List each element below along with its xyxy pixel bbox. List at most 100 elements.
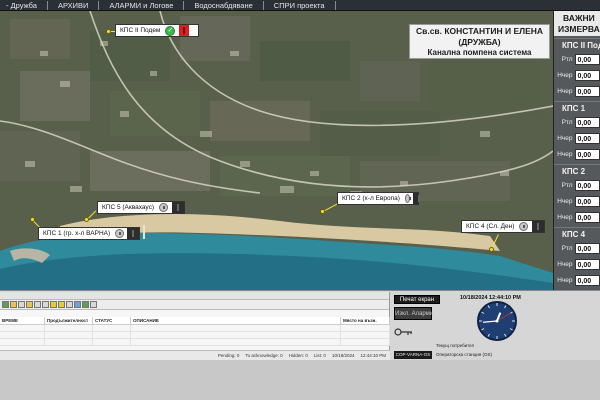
print-icon[interactable]	[74, 301, 81, 308]
measure-row: Ртл 0,00	[554, 177, 600, 193]
switch-icon[interactable]	[127, 228, 139, 239]
section-title: КПС 1	[554, 101, 600, 114]
status-date: 10/18/2024	[331, 353, 355, 358]
filter-icon[interactable]	[10, 301, 17, 308]
station-pin-kps5[interactable]	[84, 217, 89, 222]
measurements-section-kps1: КПС 1 Ртл 0,00 Нчер 0,00 Нчер 0,00	[554, 101, 600, 162]
measure-key: Ртл	[561, 181, 573, 189]
table-row[interactable]	[0, 339, 390, 346]
measure-key: Ртл	[561, 55, 573, 63]
measure-value: 0,00	[574, 53, 600, 65]
station-kps1[interactable]: КПС 1 (гр. х-л ВАРНА)	[38, 227, 140, 240]
station-kps4[interactable]: КПС 4 (Сл. Ден)	[461, 220, 545, 233]
station-pin-kps4[interactable]	[489, 247, 494, 252]
print-screen-button[interactable]: Печат екран	[394, 295, 440, 304]
alarm-tabs[interactable]	[0, 292, 389, 300]
switch-icon[interactable]	[172, 202, 184, 213]
system-title-card: Св.св. КОНСТАНТИН И ЕЛЕНА (ДРУЖБА) Канал…	[409, 24, 550, 59]
pump-status-icon	[115, 229, 125, 238]
measurements-section-kps4: КПС 4 Ртл 0,00 Нчер 0,00 Нчер 0,00	[554, 227, 600, 288]
menu-item-druzhba[interactable]: - Дружба	[0, 0, 48, 10]
desktop-background	[0, 360, 600, 400]
station-label: КПС 1 (гр. х-л ВАРНА)	[43, 230, 111, 237]
settings-icon[interactable]	[90, 301, 97, 308]
col-time[interactable]: ВРЕМЕ	[0, 317, 45, 324]
measure-value: 0,00	[574, 242, 600, 254]
measurements-header-line-2: ИЗМЕРВА	[558, 24, 600, 34]
measurements-header-line-1: ВАЖНИ	[563, 13, 595, 23]
alarms-off-button[interactable]: Изкл. Аларми	[394, 307, 433, 320]
scada-app: - Дружба АРХИВИ АЛАРМИ и Логове Водоснаб…	[0, 0, 600, 400]
measure-key: Нчер	[557, 197, 573, 205]
refresh-icon[interactable]	[82, 301, 89, 308]
alarm-table-header: ВРЕМЕ Продължителност СТАТУС ОПИСАНИЕ Мя…	[0, 317, 390, 325]
station-kps2-podem[interactable]: КПС II Подем ✓	[115, 24, 199, 37]
section-title: КПС 2	[554, 164, 600, 177]
menu-item-alarms-logs[interactable]: АЛАРМИ и Логове	[99, 0, 185, 10]
status-list: List: 0	[313, 353, 326, 358]
lock-icon[interactable]	[50, 301, 57, 308]
measure-value: 0,00	[574, 258, 600, 270]
station-pin-kps1[interactable]	[30, 217, 35, 222]
columns-icon[interactable]	[42, 301, 49, 308]
top-menu-bar: - Дружба АРХИВИ АЛАРМИ и Логове Водоснаб…	[0, 0, 600, 11]
menu-item-archives[interactable]: АРХИВИ	[48, 0, 100, 10]
station-label: КПС 4 (Сл. Ден)	[466, 223, 515, 230]
section-title: КПС 4	[554, 227, 600, 240]
section-title: КПС II Подем	[554, 38, 600, 51]
measure-value: 0,00	[574, 132, 600, 144]
alarm-status-bar: Pending: 0 To acknowledge: 0 Hidden: 0 L…	[0, 350, 390, 360]
satellite-map: Св.св. КОНСТАНТИН И ЕЛЕНА (ДРУЖБА) Канал…	[0, 11, 553, 290]
measure-value: 0,00	[574, 179, 600, 191]
switch-icon[interactable]	[412, 193, 421, 204]
list-icon[interactable]	[18, 301, 25, 308]
switch-icon[interactable]	[532, 221, 544, 232]
alarm-switch-icon[interactable]	[179, 25, 190, 36]
measure-value: 0,00	[574, 85, 600, 97]
measure-value: 0,00	[574, 69, 600, 81]
menu-item-water-supply[interactable]: Водоснабдяване	[184, 0, 264, 10]
alarm-toolbar	[0, 300, 389, 310]
table-row[interactable]	[0, 332, 390, 339]
title-line-1: Св.св. КОНСТАНТИН И ЕЛЕНА	[415, 26, 544, 36]
measure-row: Ртл 0,00	[554, 51, 600, 67]
col-status[interactable]: СТАТУС	[93, 317, 131, 324]
pump-status-icon	[404, 194, 411, 203]
status-time: 12:44:10 PM	[360, 353, 386, 358]
measurements-section-kps2-podem: КПС II Подем Ртл0,00 Нчер0,00 Нчер0,00	[554, 38, 600, 99]
station-label: КПС 2 (х-л Европа)	[342, 195, 400, 202]
col-location[interactable]: Място на възн.	[341, 317, 390, 324]
measure-value: 0,00	[574, 195, 600, 207]
measure-key: Нчер	[557, 260, 573, 268]
ack-icon[interactable]	[2, 301, 9, 308]
workstation-label: Операторска станция (OS)	[436, 352, 492, 357]
col-duration[interactable]: Продължителност	[45, 317, 93, 324]
folder-icon[interactable]	[26, 301, 33, 308]
col-description[interactable]: ОПИСАНИЕ	[131, 317, 341, 324]
measure-key: Нчер	[557, 134, 573, 142]
station-kps2[interactable]: КПС 2 (х-л Европа)	[337, 192, 421, 205]
alarm-window: ВРЕМЕ Продължителност СТАТУС ОПИСАНИЕ Мя…	[0, 292, 390, 360]
measure-row: Нчер 0,00	[554, 193, 600, 209]
measure-row: Ртл 0,00	[554, 240, 600, 256]
sort-icon[interactable]	[34, 301, 41, 308]
pump-status-icon	[519, 222, 529, 231]
measure-key: Нчер	[557, 150, 573, 158]
workstation-tag: COP-VARNA-OS	[394, 351, 432, 359]
hide-icon[interactable]	[58, 301, 65, 308]
key-icon	[394, 324, 414, 336]
station-pin-kps2[interactable]	[320, 209, 325, 214]
current-user-label: Текущ потребител	[436, 343, 475, 348]
station-kps5[interactable]: КПС 5 (Аквахаус)	[97, 201, 185, 214]
measure-key: Нчер	[557, 276, 573, 284]
measure-key: Ртл	[561, 244, 573, 252]
station-label: КПС 5 (Аквахаус)	[102, 204, 155, 211]
menu-item-stop-project[interactable]: СПРИ проекта	[264, 0, 336, 10]
alarm-table: ВРЕМЕ Продължителност СТАТУС ОПИСАНИЕ Мя…	[0, 317, 390, 346]
measure-row: Нчер 0,00	[554, 256, 600, 272]
export-icon[interactable]	[66, 301, 73, 308]
measure-row: Нчер 0,00	[554, 272, 600, 288]
table-row[interactable]	[0, 325, 390, 332]
station-pin-kps2-podem[interactable]	[106, 29, 111, 34]
measure-value: 0,00	[574, 274, 600, 286]
